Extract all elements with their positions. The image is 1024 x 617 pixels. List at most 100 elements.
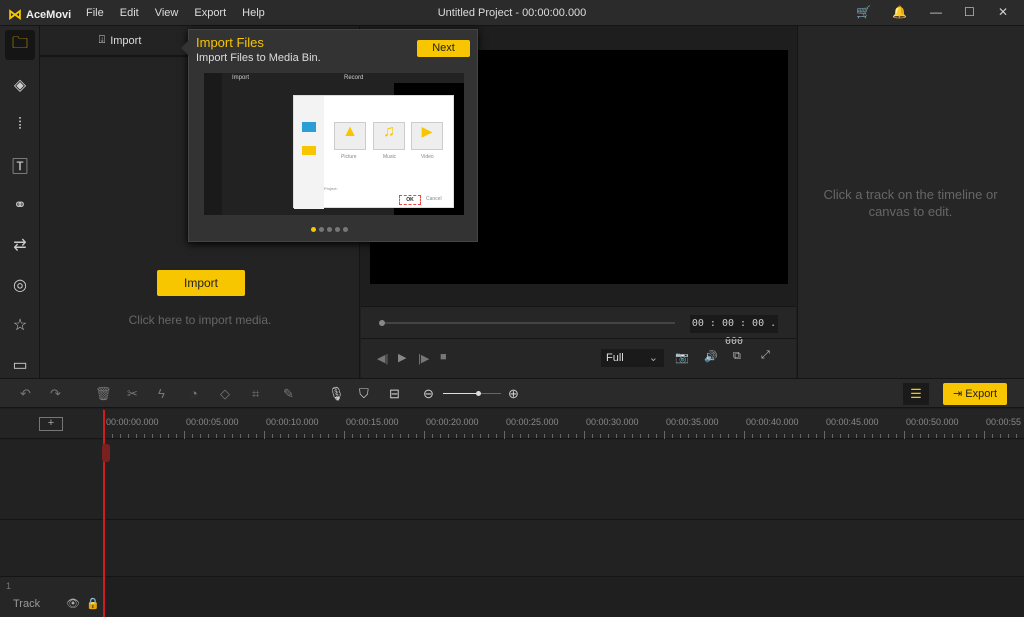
properties-panel: Click a track on the timeline or canvas … <box>797 26 1024 378</box>
zoom-slider-handle[interactable] <box>475 391 481 396</box>
ruler-tick <box>672 434 673 438</box>
ruler-tick-label: 00:00:05.000 <box>186 417 239 427</box>
ruler-tick <box>216 434 217 438</box>
page-dot[interactable] <box>319 227 324 232</box>
ruler-tick <box>296 434 297 438</box>
timeline-track-area[interactable] <box>0 520 1024 577</box>
next-button[interactable]: Next <box>417 40 470 57</box>
ruler-tick-label: 00:00:35.000 <box>666 417 719 427</box>
zoom-in-icon[interactable]: ⊕ <box>508 386 519 402</box>
bell-icon[interactable]: 🔔 <box>892 5 907 19</box>
ruler-tick <box>688 434 689 438</box>
zoom-slider[interactable] <box>443 391 501 396</box>
edit-icon[interactable]: ✎ <box>283 386 294 402</box>
ruler-tick <box>664 431 665 439</box>
next-frame-icon[interactable]: |▶ <box>418 352 429 365</box>
ruler-tick <box>608 434 609 438</box>
audio-icon[interactable]: ⦙ <box>5 110 35 140</box>
ruler-tick <box>400 434 401 438</box>
ruler-tick <box>320 434 321 438</box>
import-hint[interactable]: Click here to import media. <box>40 313 360 327</box>
ruler-tick <box>448 434 449 438</box>
ruler-tick <box>384 434 385 438</box>
ruler-tick <box>568 434 569 438</box>
playhead-handle[interactable] <box>102 444 110 462</box>
microphone-icon[interactable]: 🎙 <box>328 386 345 402</box>
tutorial-image: Import Record ▲ ♫ ▶ Picture Music Video … <box>204 73 464 215</box>
ruler-tick <box>992 434 993 438</box>
ruler-tick <box>272 434 273 438</box>
snapshot-icon[interactable]: 📷 <box>675 351 689 364</box>
ruler-tick <box>528 434 529 438</box>
timeline-ruler[interactable]: + 00:00:00.000 00:00:05.000 00:00:10.000 00… <box>0 409 1024 439</box>
cut-icon[interactable]: ✂ <box>127 386 138 402</box>
eye-icon[interactable]: 👁 <box>66 597 80 610</box>
page-dot[interactable] <box>311 227 316 232</box>
folder-icon[interactable]: 🗀 <box>5 30 35 60</box>
page-dot[interactable] <box>343 227 348 232</box>
tab-import[interactable]: ⍗ Import <box>40 26 200 56</box>
page-dot[interactable] <box>335 227 340 232</box>
import-button[interactable]: Import <box>157 270 245 296</box>
ruler-tick <box>128 434 129 438</box>
text-icon[interactable]: 🅃 <box>5 150 35 180</box>
ruler-tick <box>824 431 825 439</box>
play-icon[interactable]: ▶ <box>398 351 406 364</box>
ruler-tick <box>640 434 641 438</box>
marker-icon[interactable]: ⛉ <box>359 386 369 402</box>
ruler-tick <box>424 431 425 439</box>
timeline-toolbar: ↶ ↷ 🗑 ✂ ϟ ◔ ◇ ⌗ ✎ 🎙 ⛉ ⊟ ⊖ ⊕ ☰ ⇥ Export <box>0 378 1024 408</box>
ruler-tick <box>944 434 945 438</box>
settings-sliders-icon[interactable]: ☰ <box>903 383 929 405</box>
ruler-tick <box>496 434 497 438</box>
transitions-icon[interactable]: ⇄ <box>5 230 35 260</box>
keyframe-icon[interactable]: ◇ <box>220 386 230 402</box>
overlay-icon[interactable]: ◎ <box>5 270 35 300</box>
ruler-tick <box>976 434 977 438</box>
ruler-tick <box>304 434 305 438</box>
seek-bar[interactable] <box>385 322 675 324</box>
fit-icon[interactable]: ⊟ <box>389 386 400 402</box>
layers-icon[interactable]: ◈ <box>5 70 35 100</box>
ruler-tick <box>840 434 841 438</box>
fullscreen-icon[interactable]: ⤢ <box>761 349 770 362</box>
ruler-tick <box>264 431 265 439</box>
redo-icon[interactable]: ↷ <box>50 386 61 402</box>
ruler-tick <box>504 431 505 439</box>
ruler-tick <box>576 434 577 438</box>
sticker-icon[interactable]: ☆ <box>5 310 35 340</box>
export-button[interactable]: ⇥ Export <box>943 383 1007 405</box>
time-display: 00 : 00 : 00 . 000 <box>690 315 778 347</box>
close-icon[interactable]: ✕ <box>998 5 1008 19</box>
zoom-out-icon[interactable]: ⊖ <box>423 386 434 402</box>
ruler-tick <box>232 434 233 438</box>
ruler-tick <box>288 434 289 438</box>
lock-icon[interactable]: 🔒 <box>86 597 100 610</box>
undo-icon[interactable]: ↶ <box>20 386 31 402</box>
ruler-tick <box>344 431 345 439</box>
minimize-icon[interactable]: — <box>930 5 942 19</box>
inbox-icon[interactable]: ▭ <box>5 350 35 380</box>
volume-icon[interactable]: 🔊 <box>704 350 718 363</box>
prev-frame-icon[interactable]: ◀| <box>377 352 388 365</box>
ruler-tick <box>808 434 809 438</box>
page-dot[interactable] <box>327 227 332 232</box>
add-track-button[interactable]: + <box>39 417 63 431</box>
speed-icon[interactable]: ◔ <box>190 386 198 401</box>
filters-icon[interactable]: ⚭ <box>5 190 35 220</box>
pip-icon[interactable]: ⧉ <box>733 350 741 363</box>
ruler-tick-label: 00:00:40.000 <box>746 417 799 427</box>
timeline-track-area[interactable] <box>0 440 1024 520</box>
playhead[interactable] <box>103 410 105 617</box>
maximize-icon[interactable]: ☐ <box>964 5 975 19</box>
split-icon[interactable]: ϟ <box>158 386 165 401</box>
zoom-select[interactable]: Full ⌄ <box>601 349 664 367</box>
ruler-tick <box>960 434 961 438</box>
cart-icon[interactable]: 🛒 <box>856 5 871 19</box>
ruler-tick <box>984 431 985 439</box>
ruler-tick <box>328 434 329 438</box>
ruler-tick <box>888 434 889 438</box>
crop-icon[interactable]: ⌗ <box>252 386 259 402</box>
delete-icon[interactable]: 🗑 <box>95 386 112 402</box>
stop-icon[interactable]: ■ <box>440 351 447 363</box>
